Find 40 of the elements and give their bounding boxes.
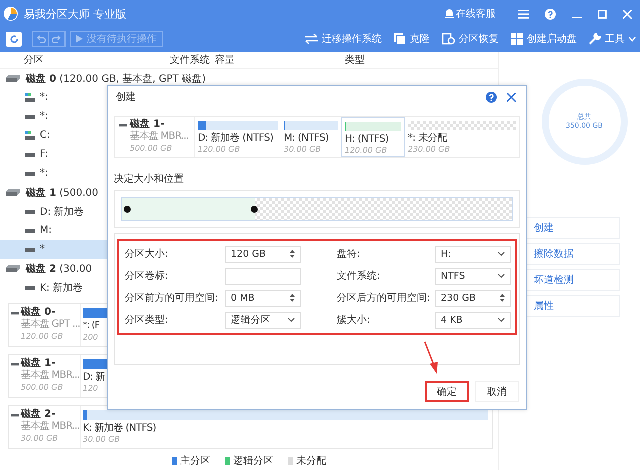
- partition-size: 120.00 GB: [345, 145, 388, 156]
- partition-label: H: (NTFS): [345, 134, 390, 145]
- partition-size: 30.00 GB: [284, 144, 322, 155]
- partition-label: M: (NTFS): [284, 133, 330, 144]
- field-label: 分区类型:: [125, 314, 170, 327]
- field-label: 盘符:: [336, 248, 362, 261]
- partition-label: K: 新加卷 (NTFS): [83, 423, 156, 434]
- partition-size: 30.00 GB: [83, 434, 120, 445]
- section-title: 决定大小和位置: [114, 172, 185, 186]
- disk-name: 磁盘 1-: [21, 358, 57, 370]
- partition-label: *: 未分配: [408, 133, 448, 144]
- disk-size: 500.00 GB: [130, 143, 174, 155]
- disk-name: 磁盘 0-: [21, 307, 57, 318]
- partition-size: 230.00 GB: [408, 144, 452, 155]
- disk-type: 基本盘 GPT ...: [21, 319, 80, 331]
- partition-size: 200: [83, 332, 98, 343]
- field-label: 分区后方的可用空间:: [336, 292, 432, 305]
- dialog-title: 创建: [116, 90, 136, 104]
- partition-label: D: 新: [83, 372, 106, 383]
- disk-size: 120.00 GB: [21, 331, 64, 343]
- legend-label: 未分配: [296, 454, 326, 468]
- field-label: 分区大小:: [125, 248, 170, 261]
- legend-label: 逻辑分区: [234, 454, 274, 468]
- disk-name: 磁盘 1-: [130, 119, 166, 130]
- field-label: 文件系统:: [336, 270, 382, 283]
- field-label: 簇大小:: [336, 314, 372, 327]
- disk-size: 30.00 GB: [21, 433, 60, 445]
- window-title: 易我分区大师 专业版: [24, 6, 126, 22]
- disk-name: 磁盘 2-: [21, 409, 57, 420]
- legend-label: 主分区: [180, 454, 210, 468]
- partition-label: D: 新加卷 (NTFS): [198, 133, 275, 144]
- partition-label: *: (F: [83, 321, 100, 332]
- partition-size: 120.00 GB: [198, 144, 242, 155]
- disk-type: 基本盘 MBR...: [130, 131, 189, 143]
- field-label: 分区卷标:: [125, 270, 170, 283]
- disk-size: 500.00 GB: [21, 382, 64, 394]
- disk-type: 基本盘 MBR...: [21, 421, 80, 433]
- disk-type: 基本盘 MBR...: [21, 370, 80, 382]
- field-label: 分区前方的可用空间:: [125, 292, 220, 305]
- partition-size: 120: [83, 383, 98, 394]
